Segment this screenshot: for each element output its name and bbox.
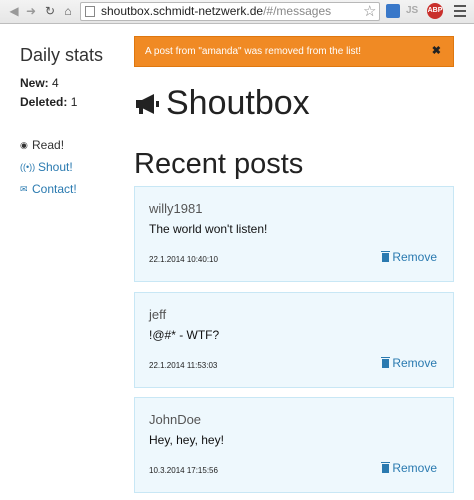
remove-post-button[interactable]: Remove xyxy=(381,250,437,264)
daily-stats-title: Daily stats xyxy=(20,45,104,65)
sidebar: Daily stats New: 4 Deleted: 1 ◉ Read! ((… xyxy=(20,45,130,200)
stat-deleted-label: Deleted: xyxy=(20,95,68,109)
remove-post-button[interactable]: Remove xyxy=(381,356,437,370)
remove-label: Remove xyxy=(392,461,437,475)
home-icon[interactable]: ⌂ xyxy=(60,3,76,19)
nav-item-read[interactable]: ◉ Read! xyxy=(20,134,130,156)
post-author: JohnDoe xyxy=(149,412,202,427)
remove-label: Remove xyxy=(392,356,437,370)
stat-deleted-value: 1 xyxy=(70,95,78,109)
page-title-text: Shoutbox xyxy=(166,84,310,122)
post-text: Hey, hey, hey! xyxy=(149,433,224,447)
nav-item-shout[interactable]: ((•)) Shout! xyxy=(20,156,130,178)
eye-icon: ◉ xyxy=(20,140,28,150)
post-card: jeff !@#* - WTF? 22.1.2014 11:53:03 Remo… xyxy=(134,292,454,388)
stat-deleted: Deleted: 1 xyxy=(20,93,130,112)
post-author: willy1981 xyxy=(149,201,203,216)
address-bar[interactable]: shoutbox.schmidt-netzwerk.de/#/messages xyxy=(80,2,380,21)
post-author: jeff xyxy=(149,307,167,322)
close-icon[interactable]: ✖ xyxy=(432,37,441,66)
broadcast-icon: ((•)) xyxy=(20,162,36,172)
back-icon[interactable]: ◀ xyxy=(6,3,22,19)
nav-label-contact: Contact! xyxy=(32,182,77,196)
post-timestamp: 22.1.2014 10:40:10 xyxy=(149,255,218,264)
post-card: JohnDoe Hey, hey, hey! 10.3.2014 17:15:5… xyxy=(134,397,454,493)
post-text: !@#* - WTF? xyxy=(149,328,220,342)
trash-icon xyxy=(381,250,391,262)
alert-removed: A post from "amanda" was removed from th… xyxy=(134,36,454,67)
menu-icon[interactable] xyxy=(454,5,466,20)
js-extension-icon[interactable]: JS xyxy=(406,4,420,18)
remove-label: Remove xyxy=(392,250,437,264)
envelope-icon: ✉ xyxy=(20,184,28,194)
remove-post-button[interactable]: Remove xyxy=(381,461,437,475)
reload-icon[interactable]: ↻ xyxy=(42,3,58,19)
stat-new: New: 4 xyxy=(20,74,130,93)
nav-label-read: Read! xyxy=(32,138,65,152)
nav-item-contact[interactable]: ✉ Contact! xyxy=(20,178,130,200)
url-path: /#/messages xyxy=(263,4,332,18)
page-title: Shoutbox xyxy=(134,84,310,123)
url-host: shoutbox.schmidt-netzwerk.de xyxy=(101,4,264,18)
post-text: The world won't listen! xyxy=(149,222,268,236)
trash-icon xyxy=(381,461,391,473)
alert-message: A post from "amanda" was removed from th… xyxy=(145,46,362,57)
recent-posts-heading: Recent posts xyxy=(134,148,304,180)
megaphone-icon xyxy=(136,93,159,114)
post-timestamp: 10.3.2014 17:15:56 xyxy=(149,466,218,475)
adblock-plus-icon[interactable]: ABP xyxy=(427,3,443,19)
forward-icon[interactable]: ➜ xyxy=(23,3,39,19)
nav-label-shout: Shout! xyxy=(38,160,73,174)
extension-icon[interactable] xyxy=(386,4,400,18)
star-icon[interactable]: ☆ xyxy=(363,2,376,20)
stat-new-label: New: xyxy=(20,76,49,90)
stat-new-value: 4 xyxy=(52,76,59,90)
post-timestamp: 22.1.2014 11:53:03 xyxy=(149,361,218,370)
browser-toolbar: ◀ ➜ ↻ ⌂ shoutbox.schmidt-netzwerk.de/#/m… xyxy=(0,0,474,24)
post-card: willy1981 The world won't listen! 22.1.2… xyxy=(134,186,454,282)
trash-icon xyxy=(381,356,391,368)
page-icon xyxy=(85,6,95,17)
sidebar-nav: ◉ Read! ((•)) Shout! ✉ Contact! xyxy=(20,134,130,200)
